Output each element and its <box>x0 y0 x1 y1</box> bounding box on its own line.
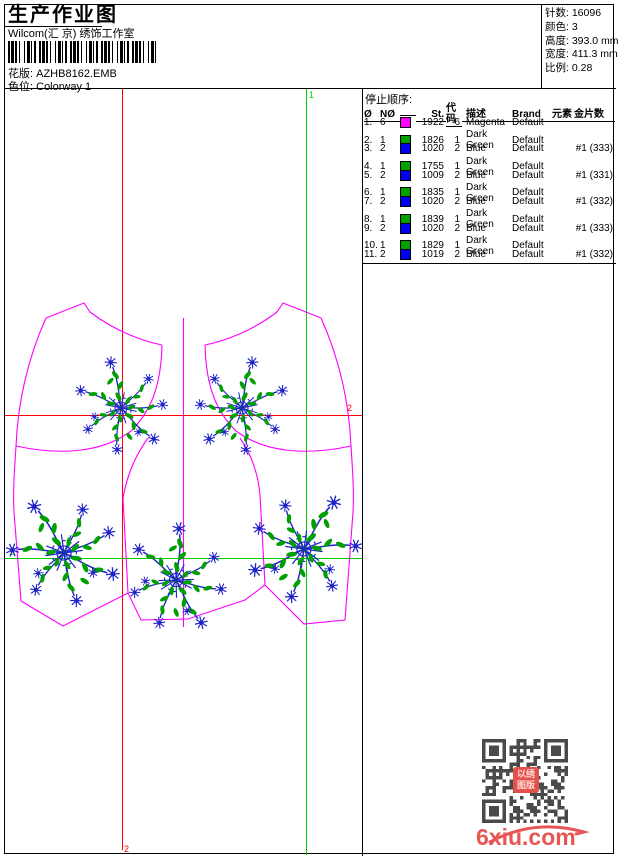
table-row: 7. 2 1020 2 Blue Default #1 (332) <box>364 196 613 208</box>
table-row: 11. 2 1019 2 Blue Default #1 (332) <box>364 248 613 260</box>
color-swatch <box>400 196 411 208</box>
stop-sequence-table: Ø NØ St. 代码 描述 Brand 元素 金片数 1. 6 1922 6 Mage… <box>364 103 615 261</box>
design-stats-panel: 针数: 16096 颜色: 3 高度: 393.0 mm 宽度: 411.3 m… <box>541 4 619 88</box>
table-row: 4. 1 1755 1 Dark Green Default <box>364 155 544 178</box>
title-underline <box>5 26 102 27</box>
table-row: 10. 1 1829 1 Dark Green Default <box>364 234 544 257</box>
color-swatch <box>400 143 411 155</box>
table-row: 6. 1 1835 1 Dark Green Default <box>364 181 544 204</box>
main-divider <box>362 88 363 856</box>
guide-label-green-v: 1 <box>309 90 314 100</box>
table-header-row: Ø NØ St. 代码 描述 Brand 元素 金片数 <box>364 103 615 127</box>
seal-text-top: 以绣 <box>516 769 535 779</box>
col-sequins: 金片数 <box>574 109 615 122</box>
guide-label-red-v: 2 <box>124 844 129 854</box>
stat-width: 宽度: 411.3 mm <box>545 48 618 61</box>
stat-scale: 比例: 0.28 <box>545 62 593 75</box>
table-row: 8. 1 1839 1 Dark Green Default <box>364 208 544 231</box>
table-row: 2. 1 1826 1 Dark Green Default <box>364 129 544 152</box>
barcode <box>8 41 156 63</box>
table-row: 9. 2 1020 2 Blue Default #1 (333) <box>364 222 613 234</box>
table-row: 5. 2 1009 2 Blue Default #1 (331) <box>364 169 613 181</box>
page-title: 生产作业图 <box>8 4 118 26</box>
stat-height: 高度: 393.0 mm <box>545 34 619 47</box>
color-swatch <box>400 222 411 234</box>
production-worksheet: 生产作业图 Wilcom(汇 京) 绣饰工作室 花版: AZHB8162.EMB… <box>0 0 620 860</box>
col-element: 元素 <box>552 108 574 122</box>
table-bottom-divider <box>362 263 616 264</box>
watermark-site: 6xiu.com <box>476 824 576 850</box>
seal-text-bottom: 图版 <box>516 780 535 790</box>
color-swatch <box>400 248 411 260</box>
color-swatch <box>400 117 411 129</box>
watermark: 6xiu.com <box>472 822 592 852</box>
company-name: Wilcom(汇 京) 绣饰工作室 <box>8 28 135 40</box>
design-canvas: 1 1 2 2 <box>5 89 362 855</box>
stat-colors: 颜色: 3 <box>545 20 578 33</box>
stat-stitches: 针数: 16096 <box>545 7 602 19</box>
table-row: 3. 2 1020 2 Blue Default #1 (333) <box>364 143 613 155</box>
color-swatch <box>400 169 411 181</box>
qr-center-seal: 以绣 图版 <box>513 767 539 793</box>
